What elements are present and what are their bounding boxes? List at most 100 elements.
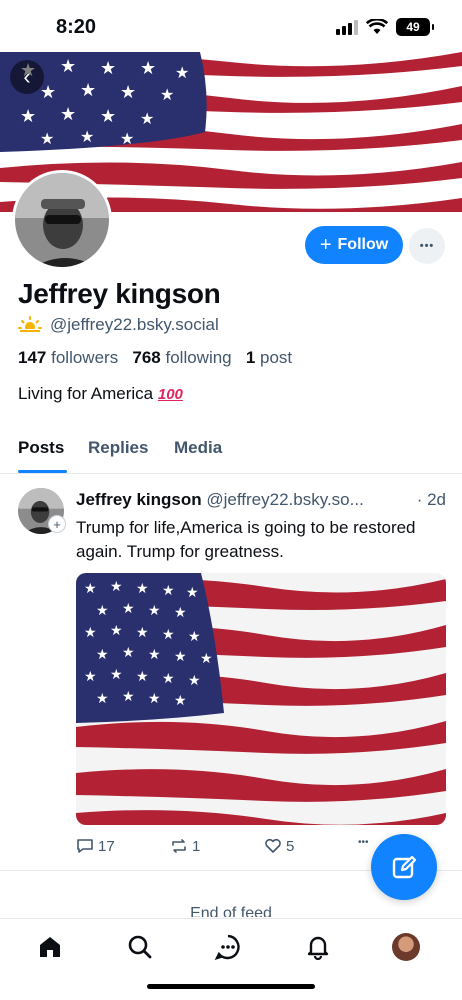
back-button[interactable]: ‹ [10,60,44,94]
svg-text:★: ★ [188,672,201,688]
active-tab-indicator [18,470,67,473]
svg-text:★: ★ [84,668,97,684]
post-author-handle[interactable]: @jeffrey22.bsky.so... [206,490,363,509]
svg-text:★: ★ [84,624,97,640]
profile-tabs: Posts Replies Media [0,430,462,474]
home-icon [40,937,60,957]
svg-text:★: ★ [100,58,116,78]
svg-text:★: ★ [80,80,96,100]
followers-stat[interactable]: 147 followers [18,348,118,367]
svg-text:★: ★ [120,131,134,148]
svg-text:★: ★ [40,82,56,102]
profile-handle[interactable]: @jeffrey22.bsky.social [50,315,219,335]
avatar [392,933,420,961]
plus-icon: + [319,233,332,256]
end-of-feed-label: End of feed [190,905,272,917]
repost-icon [172,839,186,853]
follow-plus-icon[interactable]: + [48,515,66,533]
status-time: 8:20 [56,16,97,38]
svg-text:★: ★ [100,106,116,126]
svg-text:★: ★ [136,580,149,596]
tab-replies[interactable]: Replies [88,438,148,458]
following-stat[interactable]: 768 following [132,348,231,367]
svg-text:★: ★ [175,65,189,82]
follow-button[interactable]: + Follow [305,226,403,264]
post-timestamp: · 2d [416,490,446,509]
svg-text:★: ★ [148,602,161,618]
svg-text:★: ★ [174,692,187,708]
nav-home[interactable] [34,931,66,963]
ellipsis-icon: ••• [419,240,435,252]
chat-icon [214,934,240,960]
profile-avatar[interactable] [12,170,112,270]
svg-text:★: ★ [122,644,135,660]
nav-notifications[interactable] [302,931,334,963]
svg-text:★: ★ [110,622,123,638]
like-count: 5 [286,837,295,855]
svg-text:★: ★ [174,648,187,664]
post-text: Trump for life,America is going to be re… [76,518,416,561]
svg-text:★: ★ [148,690,161,706]
svg-text:★: ★ [60,56,76,76]
reply-count: 17 [98,837,115,855]
nav-profile[interactable] [390,931,422,963]
posts-stat: 1 post [245,348,293,367]
bell-icon [307,936,329,960]
search-icon [128,935,152,959]
repost-count: 1 [192,837,201,855]
like-button[interactable]: 5 [264,837,294,855]
svg-text:★: ★ [136,668,149,684]
signal-icon [336,19,358,35]
sun-icon [18,316,42,334]
post-header: Jeffrey kingson @jeffrey22.bsky.so... · … [76,490,446,510]
flag-image: ★ ★ ★ ★ ★ ★ ★ ★ ★ ★ ★ ★ ★ ★ ★ ★ ★ ★ ★ ★ ★ ★ ★ ★ ★ ★ ★ ★ [76,573,446,825]
handle-row: @jeffrey22.bsky.social [18,315,219,335]
svg-text:★: ★ [148,646,161,662]
nav-search[interactable] [124,931,156,963]
svg-text:★: ★ [96,646,109,662]
post-actions: 17 1 5 ••• [76,837,376,857]
feed-post[interactable]: + Jeffrey kingson @jeffrey22.bsky.so... … [0,475,462,871]
svg-text:★: ★ [160,87,174,104]
follow-label: Follow [337,236,389,253]
reply-icon [77,839,93,853]
compose-button[interactable] [371,834,437,900]
post-image[interactable]: ★ ★ ★ ★ ★ ★ ★ ★ ★ ★ ★ ★ ★ ★ ★ ★ ★ ★ ★ ★ ★ ★ ★ ★ ★ ★ ★ ★ [76,573,446,825]
home-indicator [147,984,315,989]
display-name: Jeffrey kingson [18,278,221,309]
tab-posts[interactable]: Posts [18,438,64,458]
compose-icon [392,855,417,879]
svg-text:★: ★ [174,604,187,620]
battery-icon: 49 [396,18,434,36]
svg-text:★: ★ [84,580,97,596]
svg-text:★: ★ [140,111,154,128]
svg-text:★: ★ [120,82,136,102]
chevron-left-icon: ‹ [23,64,31,89]
status-bar: 8:20 49 [0,0,462,52]
tab-media[interactable]: Media [174,438,222,458]
svg-text:★: ★ [136,624,149,640]
reply-button[interactable]: 17 [76,837,115,855]
avatar-image [15,173,109,267]
repost-button[interactable]: 1 [170,837,200,855]
heart-icon [265,838,281,853]
nav-chat[interactable] [212,931,244,963]
svg-text:★: ★ [200,650,213,666]
svg-text:★: ★ [110,666,123,682]
svg-text:★: ★ [20,106,36,126]
post-author-name[interactable]: Jeffrey kingson [76,490,202,509]
ellipsis-icon: ••• [358,837,369,848]
svg-text:★: ★ [186,584,199,600]
svg-text:★: ★ [162,626,175,642]
wifi-icon [366,19,388,34]
svg-text:★: ★ [110,578,123,594]
post-more-button[interactable]: ••• [358,837,369,848]
svg-text:★: ★ [122,688,135,704]
status-icons: 49 [336,18,434,36]
svg-text:★: ★ [80,129,94,146]
svg-text:★: ★ [40,131,54,148]
profile-stats: 147 followers 768 following 1 post [18,348,292,368]
svg-text:★: ★ [122,600,135,616]
more-options-button[interactable]: ••• [409,228,445,264]
svg-text:★: ★ [188,628,201,644]
